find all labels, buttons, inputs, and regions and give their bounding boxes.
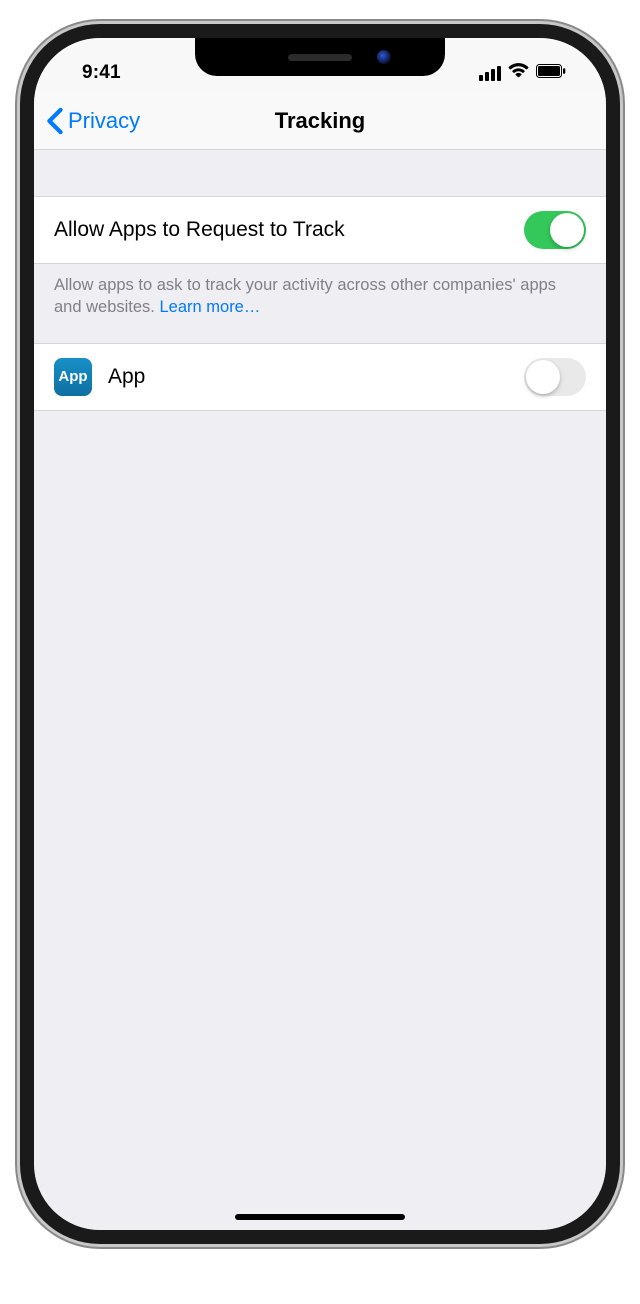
- allow-tracking-toggle[interactable]: [524, 211, 586, 249]
- learn-more-link[interactable]: Learn more…: [159, 298, 260, 316]
- app-row: App App: [34, 343, 606, 411]
- settings-content: Allow Apps to Request to Track Allow app…: [34, 150, 606, 411]
- allow-tracking-row: Allow Apps to Request to Track: [34, 196, 606, 264]
- app-icon: App: [54, 358, 92, 396]
- navigation-bar: Privacy Tracking: [34, 92, 606, 150]
- back-label: Privacy: [68, 108, 140, 134]
- page-title: Tracking: [275, 108, 365, 134]
- allow-tracking-footer: Allow apps to ask to track your activity…: [34, 264, 606, 319]
- chevron-left-icon: [46, 107, 64, 135]
- device-notch: [195, 38, 445, 76]
- app-tracking-toggle[interactable]: [524, 358, 586, 396]
- home-indicator[interactable]: [235, 1214, 405, 1220]
- back-button[interactable]: Privacy: [46, 107, 140, 135]
- speaker-grille: [288, 54, 352, 61]
- footer-text: Allow apps to ask to track your activity…: [54, 276, 556, 316]
- wifi-icon: [508, 63, 529, 83]
- cellular-icon: [479, 66, 501, 81]
- front-camera: [377, 50, 391, 64]
- allow-tracking-label: Allow Apps to Request to Track: [54, 218, 345, 242]
- app-name-label: App: [108, 365, 145, 389]
- status-time: 9:41: [66, 62, 121, 84]
- phone-frame: 9:41 Privacy Tracking: [20, 24, 620, 1244]
- battery-icon: [536, 64, 566, 83]
